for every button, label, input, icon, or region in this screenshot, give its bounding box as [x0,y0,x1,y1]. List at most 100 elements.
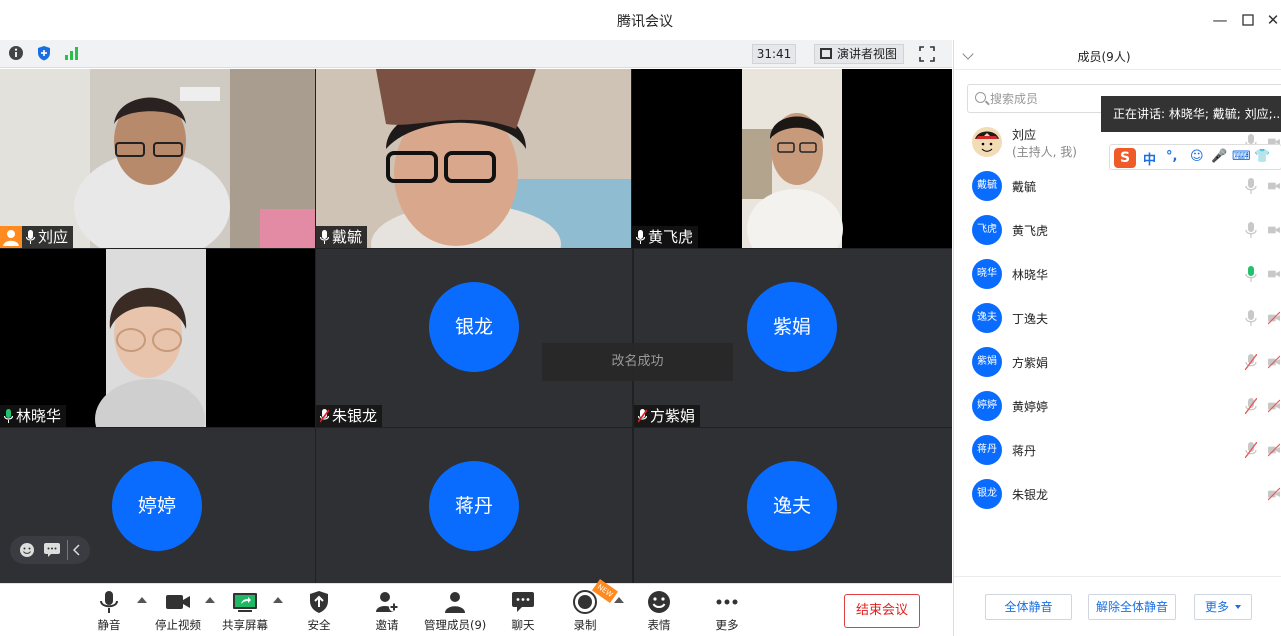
unmute-all-button[interactable]: 解除全体静音 [1088,594,1176,620]
member-name: 丁逸夫 [1012,312,1049,326]
info-icon[interactable] [8,45,24,61]
chevron-left-icon[interactable] [73,544,81,556]
chat-label: 聊天 [511,618,535,632]
member-name: 黄飞虎 [1012,224,1049,238]
mute-all-button[interactable]: 全体静音 [985,594,1072,620]
record-options-caret[interactable] [614,597,624,603]
reaction-bar[interactable] [10,536,90,564]
member-row[interactable]: 晓华 林晓华 [954,252,1281,296]
mic-active-icon[interactable] [1245,266,1257,282]
participant-nametag: 方紫娟 [634,405,701,427]
mic-muted-icon[interactable] [1245,442,1257,458]
participant-name: 林晓华 [16,407,62,425]
member-avatar: 银龙 [972,479,1002,509]
member-avatar: 飞虎 [972,215,1002,245]
window-title: 腾讯会议 [617,14,673,30]
ime-key[interactable]: ⌨ [1232,149,1251,164]
share-options-caret[interactable] [273,597,283,603]
divider [67,540,68,560]
meeting-status-bar: 31:41 演讲者视图 [0,40,952,68]
participant-avatar: 婷婷 [112,461,202,551]
member-role: (主持人, 我) [1012,145,1077,159]
chat-bubble-icon[interactable] [44,543,60,557]
ime-key[interactable]: 🎤 [1211,149,1227,164]
avatar-tile[interactable]: 紫娟 方紫娟 [634,249,952,427]
participant-nametag: 黄飞虎 [632,226,699,248]
close-button[interactable]: ✕ [1263,10,1281,30]
video-grid: 刘应 戴毓 黄飞虎 林晓华 银龙 朱银龙 紫娟 方紫娟 婷婷 蒋丹 逸夫 改名成… [0,69,952,583]
participant-name: 方紫娟 [650,407,696,425]
member-row[interactable]: 飞虎 黄飞虎 [954,208,1281,252]
maximize-button[interactable] [1238,10,1258,30]
caret-down-icon [1235,605,1241,609]
mic-icon[interactable] [1245,178,1257,194]
microphone-icon [100,591,118,613]
add-user-icon [376,592,399,612]
member-row[interactable]: 紫娟 方紫娟 [954,340,1281,384]
video-tile[interactable]: 黄飞虎 [632,69,952,248]
member-row[interactable]: 逸夫 丁逸夫 [954,296,1281,340]
video-feed [0,69,315,248]
emoji-label: 表情 [647,618,671,632]
smile-icon [648,591,670,613]
camera-icon[interactable] [1268,266,1280,282]
mic-muted-icon [638,409,647,423]
ime-key[interactable]: 👕 [1254,149,1270,164]
avatar-tile[interactable]: 蒋丹 [316,428,632,583]
video-tile-active-speaker[interactable]: 林晓华 [0,249,315,427]
camera-off-icon[interactable] [1268,310,1280,326]
signal-icon[interactable] [64,45,80,61]
mute-options-caret[interactable] [137,597,147,603]
camera-icon[interactable] [1268,222,1280,238]
avatar-tile[interactable]: 银龙 朱银龙 [316,249,632,427]
participant-avatar: 紫娟 [747,282,837,372]
manage-members-button[interactable]: 管理成员(9) [424,588,486,633]
end-meeting-button[interactable]: 结束会议 [844,594,920,628]
mute-button[interactable]: 静音 [92,588,126,633]
emoji-icon[interactable] [19,542,35,558]
panel-more-button[interactable]: 更多 [1194,594,1252,620]
participant-nametag: 朱银龙 [316,405,383,427]
mic-muted-icon[interactable] [1245,354,1257,370]
record-button[interactable]: 录制 [570,588,600,633]
camera-off-icon[interactable] [1268,442,1280,458]
members-panel-header: 成员(9人) [954,40,1281,70]
mic-icon[interactable] [1245,222,1257,238]
camera-off-icon[interactable] [1268,486,1280,502]
chat-button[interactable]: 聊天 [508,588,538,633]
member-row[interactable]: 婷婷 黄婷婷 [954,384,1281,428]
camera-off-icon[interactable] [1268,354,1280,370]
ime-key[interactable]: °, [1166,149,1177,164]
video-options-caret[interactable] [205,597,215,603]
share-screen-button[interactable]: 共享屏幕 [220,588,270,633]
members-panel-title: 成员(9人) [1077,50,1131,64]
mic-icon[interactable] [1245,310,1257,326]
shield-icon[interactable] [36,45,52,61]
security-button[interactable]: 安全 [304,588,334,633]
camera-icon[interactable] [1268,178,1280,194]
ime-key[interactable]: ☺ [1190,149,1204,164]
video-tile[interactable]: 戴毓 [316,69,631,248]
emoji-button[interactable]: 表情 [644,588,674,633]
chat-icon [512,592,534,612]
mic-icon [26,230,35,244]
invite-button[interactable]: 邀请 [372,588,402,633]
meeting-timer: 31:41 [752,44,796,64]
camera-off-icon[interactable] [1268,398,1280,414]
mic-muted-icon[interactable] [1245,398,1257,414]
member-avatar: 紫娟 [972,347,1002,377]
more-button[interactable]: 更多 [712,588,742,633]
member-row[interactable]: 蒋丹 蒋丹 [954,428,1281,472]
member-row[interactable]: 戴毓 戴毓 [954,164,1281,208]
participant-name: 戴毓 [332,228,363,246]
participant-name: 刘应 [38,228,69,246]
speaker-view-button[interactable]: 演讲者视图 [814,44,904,64]
mic-icon [636,230,645,244]
member-avatar [972,127,1002,157]
video-tile[interactable]: 刘应 [0,69,315,248]
fullscreen-icon[interactable] [918,45,936,63]
minimize-button[interactable]: — [1210,10,1230,30]
stop-video-button[interactable]: 停止视频 [150,588,206,633]
avatar-tile[interactable]: 逸夫 [634,428,952,583]
member-row[interactable]: 银龙 朱银龙 [954,472,1281,516]
